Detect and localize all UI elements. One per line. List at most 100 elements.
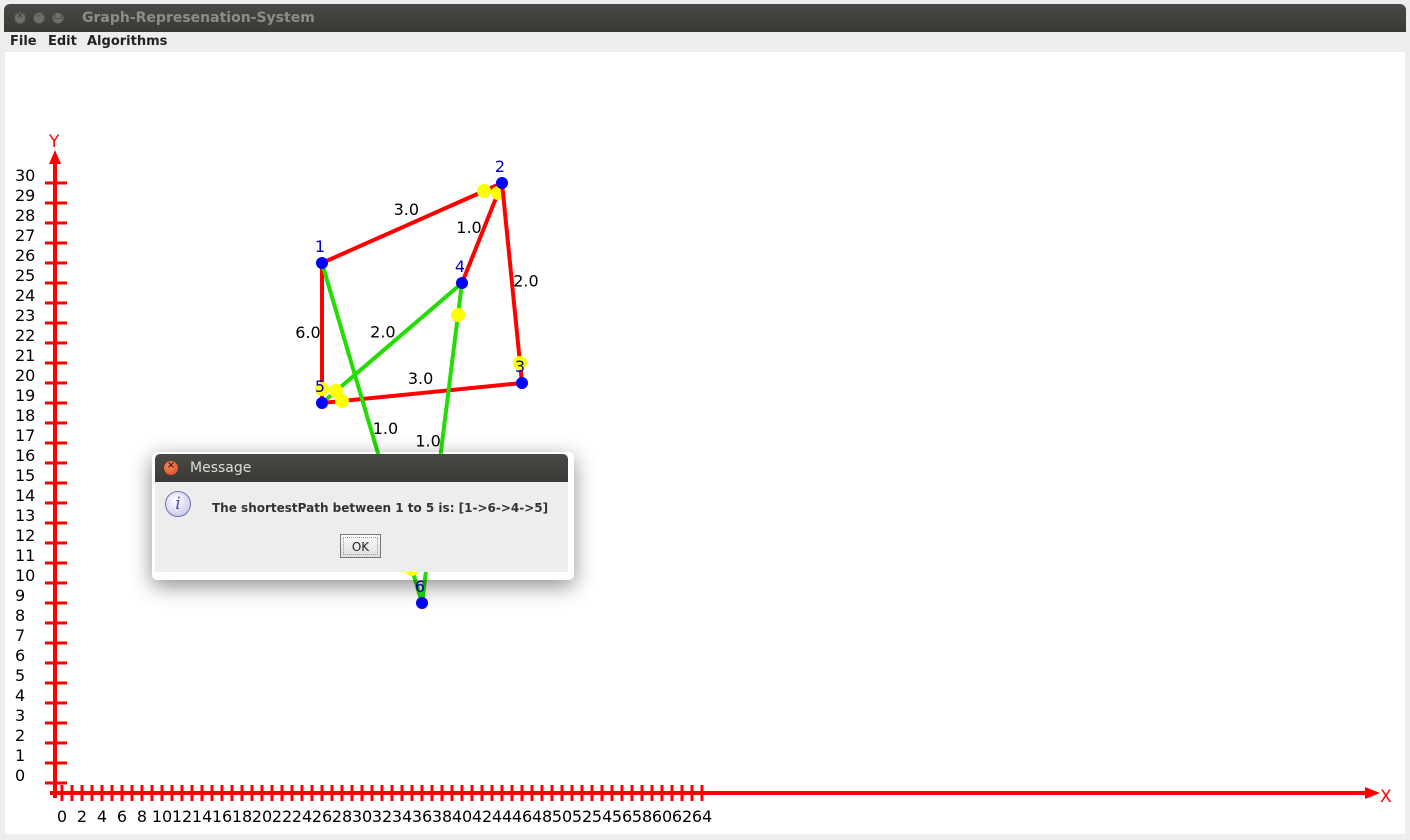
menu-file[interactable]: File — [10, 34, 37, 49]
x-tick-label: 4 — [97, 807, 107, 826]
graph-canvas[interactable]: X Y 0 2 4 6 8 10 12 14 16 18 20 22 24 26 28 30 32 34 36 38 40 4… — [5, 52, 1405, 834]
x-tick-label: 22 — [272, 807, 292, 826]
edge-direction-marker — [451, 308, 465, 322]
y-axis-arrow-icon — [49, 150, 61, 164]
y-tick-label: 4 — [15, 686, 25, 705]
y-tick-label: 23 — [15, 306, 35, 325]
dialog-title: Message — [190, 460, 252, 476]
x-tick-label: 48 — [532, 807, 552, 826]
dialog-close-button[interactable]: × — [164, 460, 178, 475]
info-icon: i — [165, 491, 191, 517]
y-tick-label: 11 — [15, 546, 35, 565]
menu-edit[interactable]: Edit — [48, 34, 77, 49]
application-window: × – □ Graph-Represenation-System File Ed… — [0, 0, 1410, 840]
close-window-button[interactable]: × — [14, 11, 26, 24]
y-axis-label: Y — [48, 132, 60, 152]
graph-node — [456, 277, 468, 289]
y-tick-label: 2 — [15, 726, 25, 745]
y-tick-label: 30 — [15, 166, 35, 185]
y-tick-label: 13 — [15, 506, 35, 525]
x-tick-label: 8 — [137, 807, 147, 826]
y-tick-label: 3 — [15, 706, 25, 725]
close-icon: × — [16, 11, 24, 21]
x-tick-label: 24 — [292, 807, 312, 826]
y-tick-label: 14 — [15, 486, 35, 505]
maximize-window-button[interactable]: □ — [52, 11, 64, 24]
edge-direction-marker — [329, 384, 343, 398]
graph-node — [496, 177, 508, 189]
close-icon: × — [166, 460, 176, 471]
y-tick-label: 16 — [15, 446, 35, 465]
edge-weight-label: 1.0 — [373, 419, 398, 438]
y-tick-label: 28 — [15, 206, 35, 225]
y-tick-label: 10 — [15, 566, 35, 585]
y-tick-label: 15 — [15, 466, 35, 485]
y-tick-label: 21 — [15, 346, 35, 365]
x-tick-label: 30 — [352, 807, 372, 826]
y-tick-label: 6 — [15, 646, 25, 665]
y-tick-label: 1 — [15, 746, 25, 765]
graph-node — [516, 377, 528, 389]
node-label: 4 — [455, 257, 465, 276]
title-bar: × – □ Graph-Represenation-System — [4, 4, 1406, 32]
x-tick-label: 56 — [612, 807, 632, 826]
x-tick-label: 28 — [332, 807, 352, 826]
y-tick-label: 25 — [15, 266, 35, 285]
ok-button[interactable]: OK — [340, 534, 381, 558]
graph-node — [316, 397, 328, 409]
x-tick-label: 54 — [592, 807, 612, 826]
y-tick-label: 17 — [15, 426, 35, 445]
x-tick-label: 58 — [632, 807, 652, 826]
y-tick-label: 12 — [15, 526, 35, 545]
y-tick-label: 27 — [15, 226, 35, 245]
y-tick-label: 18 — [15, 406, 35, 425]
edge-direction-marker — [477, 184, 491, 198]
y-tick-label: 29 — [15, 186, 35, 205]
y-tick-label: 0 — [15, 766, 25, 785]
x-tick-label: 2 — [77, 807, 87, 826]
dialog-message: The shortestPath between 1 to 5 is: [1->… — [212, 501, 549, 515]
x-tick-label: 64 — [692, 807, 712, 826]
x-tick-label: 12 — [172, 807, 192, 826]
ok-button-label: OK — [343, 537, 378, 555]
edge-weight-label: 1.0 — [456, 218, 481, 237]
y-tick-label: 19 — [15, 386, 35, 405]
minimize-window-button[interactable]: – — [33, 11, 45, 24]
edge-weight-label: 6.0 — [295, 323, 320, 342]
menu-algorithms[interactable]: Algorithms — [87, 34, 167, 49]
x-tick-label: 44 — [492, 807, 512, 826]
window-title: Graph-Represenation-System — [82, 10, 315, 26]
x-tick-label: 62 — [672, 807, 692, 826]
x-tick-label: 0 — [57, 807, 67, 826]
node-label: 2 — [495, 157, 505, 176]
y-tick-label: 26 — [15, 246, 35, 265]
dialog-title-bar: × Message — [155, 454, 568, 482]
edge-weight-label: 1.0 — [415, 431, 440, 450]
edge-weight-label: 2.0 — [513, 272, 538, 291]
x-tick-label: 32 — [372, 807, 392, 826]
y-tick-label: 7 — [15, 626, 25, 645]
x-tick-label: 20 — [252, 807, 272, 826]
minimize-icon: – — [36, 11, 42, 21]
x-tick-label: 16 — [212, 807, 232, 826]
edge-weight-label: 2.0 — [370, 322, 395, 341]
x-tick-label: 6 — [117, 807, 127, 826]
graph-drawing: XY0 2 4 6 8 10 12 14 16 18 20 22 24 26 28 30 32 34 36 38 40 4… — [15, 132, 1392, 826]
x-tick-label: 36 — [412, 807, 432, 826]
maximize-icon: □ — [53, 11, 63, 21]
x-tick-label: 14 — [192, 807, 212, 826]
x-tick-label: 18 — [232, 807, 252, 826]
x-tick-label: 60 — [652, 807, 672, 826]
y-tick-label: 5 — [15, 666, 25, 685]
x-tick-label: 10 — [152, 807, 172, 826]
graph-node — [416, 597, 428, 609]
edge-weight-label: 3.0 — [408, 369, 433, 388]
node-label: 5 — [315, 377, 325, 396]
x-axis-arrow-icon — [1365, 787, 1380, 799]
x-tick-label: 50 — [552, 807, 572, 826]
x-tick-label: 52 — [572, 807, 592, 826]
x-axis-label: X — [1380, 787, 1392, 807]
graph-node — [316, 257, 328, 269]
node-label: 3 — [515, 357, 525, 376]
y-tick-label: 22 — [15, 326, 35, 345]
